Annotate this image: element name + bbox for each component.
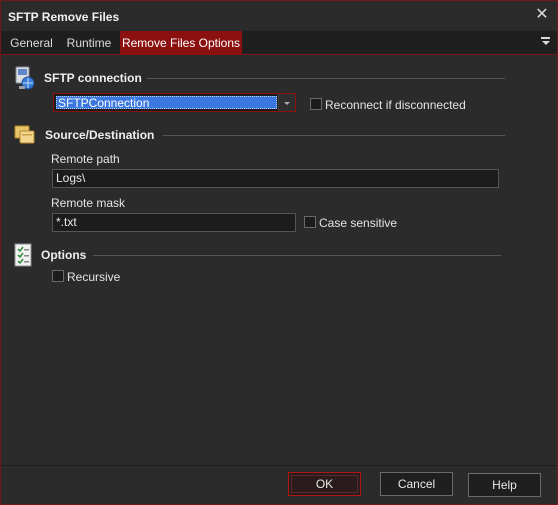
checklist-icon <box>13 243 37 269</box>
title-bar: SFTP Remove Files ✕ <box>1 1 557 31</box>
tab-menu-icon[interactable] <box>541 37 551 49</box>
remote-path-input[interactable]: Logs\ <box>52 169 499 188</box>
section-divider <box>163 135 505 136</box>
window-title: SFTP Remove Files <box>8 10 120 24</box>
tab-remove-files-options[interactable]: Remove Files Options <box>120 31 242 55</box>
section-title-sftp: SFTP connection <box>44 71 142 85</box>
sftp-connection-select[interactable]: SFTPConnection <box>53 93 296 112</box>
ok-button[interactable]: OK <box>288 472 361 496</box>
recursive-checkbox[interactable] <box>52 270 64 282</box>
remote-mask-input[interactable]: *.txt <box>52 213 296 232</box>
cancel-button[interactable]: Cancel <box>380 472 453 496</box>
sftp-connection-value: SFTPConnection <box>56 96 277 110</box>
case-sensitive-label: Case sensitive <box>319 216 398 230</box>
reconnect-label: Reconnect if disconnected <box>325 98 466 112</box>
dialog-window: SFTP Remove Files ✕ General Runtime Remo… <box>0 0 558 505</box>
options-panel: SFTP connection SFTPConnection Reconnect… <box>5 57 553 465</box>
recursive-label: Recursive <box>67 270 121 284</box>
help-button[interactable]: Help <box>468 473 541 497</box>
folders-icon <box>13 123 37 149</box>
reconnect-checkbox[interactable] <box>310 98 322 110</box>
tab-general[interactable]: General <box>5 31 58 55</box>
case-sensitive-checkbox[interactable] <box>304 216 316 228</box>
ok-button-label: OK <box>315 477 334 491</box>
section-title-source: Source/Destination <box>45 128 155 142</box>
tab-runtime[interactable]: Runtime <box>61 31 117 55</box>
section-divider <box>147 78 505 79</box>
close-icon[interactable]: ✕ <box>535 7 549 23</box>
sftp-connection-icon <box>13 65 37 91</box>
remote-path-label: Remote path <box>51 152 120 166</box>
section-divider <box>93 255 501 256</box>
remote-mask-label: Remote mask <box>51 196 126 210</box>
chevron-down-icon[interactable] <box>278 94 295 111</box>
tab-bar: General Runtime Remove Files Options <box>1 31 557 55</box>
section-title-options: Options <box>41 248 87 262</box>
button-bar: OK Cancel Help <box>1 465 557 504</box>
